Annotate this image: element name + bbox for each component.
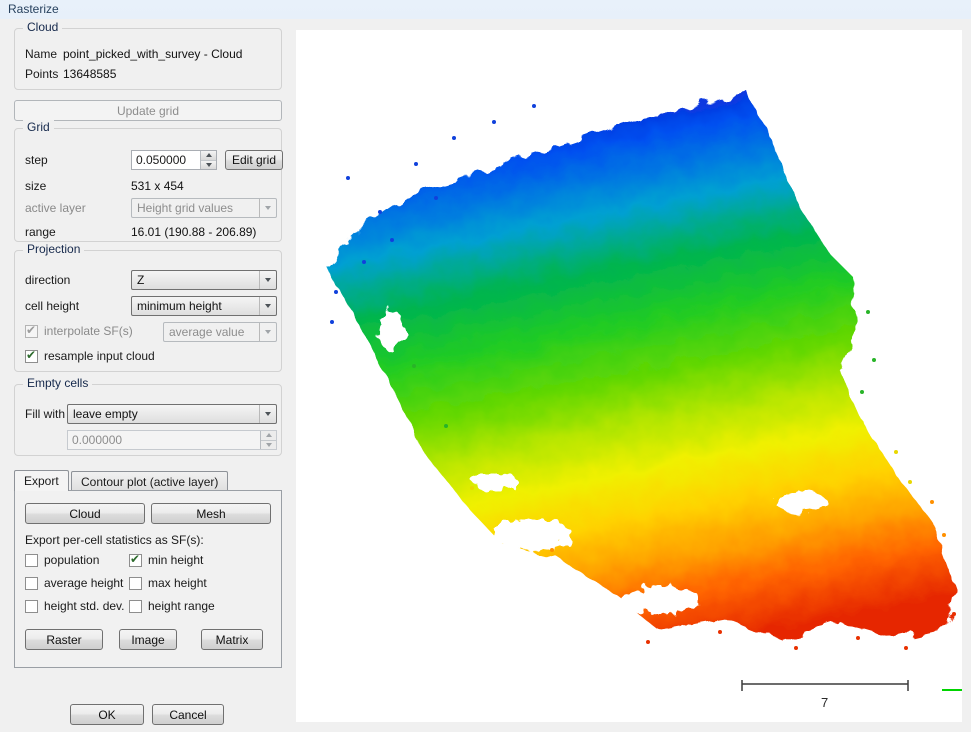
active-layer-combo[interactable]: Height grid values: [131, 198, 277, 218]
window-title: Rasterize: [8, 2, 59, 16]
population-row: population: [25, 553, 99, 567]
scale-bar-label: 7: [821, 695, 828, 710]
grid-group-label: Grid: [23, 120, 54, 134]
update-grid-button[interactable]: Update grid: [14, 100, 282, 121]
resample-label: resample input cloud: [44, 349, 155, 363]
tab-export-label: Export: [24, 474, 59, 488]
size-label: size: [25, 179, 46, 193]
population-label: population: [44, 553, 99, 567]
max-height-label: max height: [148, 576, 207, 590]
average-height-label: average height: [44, 576, 123, 590]
edit-grid-button[interactable]: Edit grid: [225, 150, 283, 170]
empty-value-up-icon[interactable]: [261, 431, 276, 440]
empty-cells-group: Empty cells Fill with leave empty 0.0000…: [14, 384, 282, 456]
fill-with-value: leave empty: [68, 407, 259, 421]
empty-cells-value: 0.000000: [68, 431, 260, 449]
cell-height-label: cell height: [25, 299, 79, 313]
tab-contour-plot[interactable]: Contour plot (active layer): [71, 471, 228, 491]
range-value: 16.01 (190.88 - 206.89): [131, 225, 256, 239]
step-label: step: [25, 153, 48, 167]
interpolate-value: average value: [164, 325, 259, 339]
average-height-row: average height: [25, 576, 123, 590]
height-range-checkbox[interactable]: [129, 600, 142, 613]
title-bar[interactable]: Rasterize: [0, 0, 971, 19]
chevron-down-icon: [259, 323, 276, 341]
projection-group-label: Projection: [23, 242, 84, 256]
step-spinbox[interactable]: 0.050000: [131, 150, 217, 170]
fill-with-combo[interactable]: leave empty: [67, 404, 277, 424]
height-range-label: height range: [148, 599, 215, 613]
cloud-points-value: 13648585: [63, 67, 116, 81]
ok-button[interactable]: OK: [70, 704, 144, 725]
chevron-down-icon: [259, 199, 276, 217]
height-std-dev-row: height std. dev.: [25, 599, 125, 613]
empty-cells-value-spinbox[interactable]: 0.000000: [67, 430, 277, 450]
grid-group: Grid step 0.050000 Edit grid size 531 x …: [14, 128, 282, 242]
interpolate-value-combo[interactable]: average value: [163, 322, 277, 342]
direction-value: Z: [132, 273, 259, 287]
interpolate-sf-checkbox[interactable]: [25, 325, 38, 338]
min-height-label: min height: [148, 553, 203, 567]
min-height-row: min height: [129, 553, 203, 567]
cloud-name-label: Name: [25, 47, 57, 61]
max-height-row: max height: [129, 576, 207, 590]
cloud-points-label: Points: [25, 67, 58, 81]
step-down-icon[interactable]: [201, 160, 216, 170]
step-up-icon[interactable]: [201, 151, 216, 160]
point-cloud-canvas[interactable]: 7: [296, 30, 962, 722]
tab-export[interactable]: Export: [14, 470, 69, 491]
direction-combo[interactable]: Z: [131, 270, 277, 290]
export-mesh-button[interactable]: Mesh: [151, 503, 271, 524]
raster-button[interactable]: Raster: [25, 629, 103, 650]
export-cloud-button[interactable]: Cloud: [25, 503, 145, 524]
size-value: 531 x 454: [131, 179, 184, 193]
stats-label: Export per-cell statistics as SF(s):: [25, 533, 204, 547]
chevron-down-icon: [259, 297, 276, 315]
direction-label: direction: [25, 273, 70, 287]
resample-row: resample input cloud: [25, 349, 155, 363]
chevron-down-icon: [259, 405, 276, 423]
active-layer-label: active layer: [25, 201, 86, 215]
fill-with-label: Fill with: [25, 407, 65, 421]
image-button[interactable]: Image: [119, 629, 177, 650]
cancel-button[interactable]: Cancel: [152, 704, 224, 725]
average-height-checkbox[interactable]: [25, 577, 38, 590]
height-std-dev-label: height std. dev.: [44, 599, 125, 613]
max-height-checkbox[interactable]: [129, 577, 142, 590]
chevron-down-icon: [259, 271, 276, 289]
height-std-dev-checkbox[interactable]: [25, 600, 38, 613]
step-value: 0.050000: [132, 151, 200, 169]
interpolate-sf-label: interpolate SF(s): [44, 324, 133, 338]
empty-cells-group-label: Empty cells: [23, 376, 92, 390]
cloud-name-value: point_picked_with_survey - Cloud: [63, 47, 242, 61]
range-label: range: [25, 225, 56, 239]
projection-group: Projection direction Z cell height minim…: [14, 250, 282, 372]
min-height-checkbox[interactable]: [129, 554, 142, 567]
interpolate-sf-row: interpolate SF(s): [25, 324, 133, 338]
axis-indicator: [942, 662, 962, 690]
rasterize-dialog: Rasterize Cloud Name point_picked_with_s…: [0, 0, 971, 732]
height-range-row: height range: [129, 599, 215, 613]
cloud-group: Cloud Name point_picked_with_survey - Cl…: [14, 28, 282, 90]
height-colored-point-cloud: [324, 92, 956, 650]
cell-height-combo[interactable]: minimum height: [131, 296, 277, 316]
empty-value-down-icon[interactable]: [261, 440, 276, 450]
matrix-button[interactable]: Matrix: [201, 629, 263, 650]
export-tab-panel: Cloud Mesh Export per-cell statistics as…: [14, 490, 282, 668]
population-checkbox[interactable]: [25, 554, 38, 567]
resample-checkbox[interactable]: [25, 350, 38, 363]
3d-viewport[interactable]: 7: [296, 30, 962, 722]
active-layer-value: Height grid values: [132, 201, 259, 215]
cell-height-value: minimum height: [132, 299, 259, 313]
cloud-group-label: Cloud: [23, 20, 62, 34]
scale-bar: [742, 680, 908, 691]
tab-contour-plot-label: Contour plot (active layer): [81, 475, 218, 489]
